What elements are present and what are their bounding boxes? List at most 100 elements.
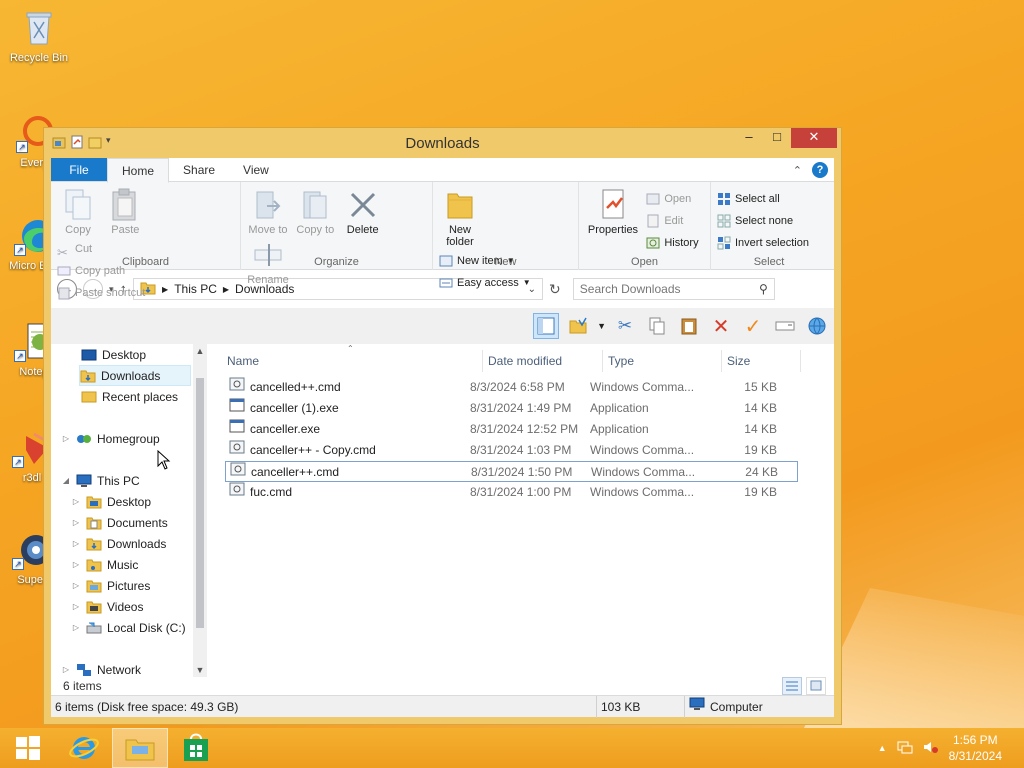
nav-item-pictures[interactable]: ▷ Pictures [71,575,150,596]
hard-drive-icon [86,621,102,635]
properties-button[interactable]: Properties [585,186,641,236]
close-button[interactable]: ✕ [791,128,837,148]
nav-item-desktop[interactable]: ▷ Desktop [71,491,151,512]
refresh-icon[interactable]: ↻ [549,281,561,298]
search-input[interactable]: Search Downloads ⚲ [572,278,775,300]
easy-access-button[interactable]: Easy access ▼ [439,272,531,294]
delete-toolbar-button[interactable]: ✕ [708,313,734,339]
nav-scrollbar[interactable]: ▲ ▼ [193,344,207,677]
desktop-icon-recycle-bin[interactable]: Recycle Bin [1,8,77,64]
nav-item-network[interactable]: ▷ Network [61,659,141,680]
move-to-label: Move to [248,224,288,236]
preview-pane-button[interactable] [533,313,560,339]
move-to-button[interactable]: Move to [247,186,289,236]
folder-options-button[interactable] [565,313,591,339]
table-row[interactable]: canceller++.cmd 8/31/2024 1:50 PM Windows … [225,461,798,482]
nav-item-recent-places[interactable]: Recent places [81,386,178,407]
column-separator[interactable] [482,350,483,372]
column-header-name[interactable]: Name [227,350,259,372]
start-button[interactable] [0,728,56,768]
tab-share[interactable]: Share [169,158,229,181]
rename-toolbar-button[interactable] [772,313,798,339]
expand-arrow-icon[interactable]: ▷ [61,434,71,443]
column-separator[interactable] [800,350,801,372]
expand-arrow-icon[interactable]: ▷ [71,497,81,506]
confirm-toolbar-button[interactable]: ✓ [740,313,766,339]
open-icon [646,192,660,206]
maximize-button[interactable]: □ [763,128,791,148]
select-all-button[interactable]: Select all [717,188,809,210]
chevron-down-icon[interactable]: ▼ [597,321,606,331]
taskbar-file-explorer[interactable] [112,728,168,768]
nav-item-music[interactable]: ▷ Music [71,554,138,575]
show-hidden-icons-icon[interactable]: ▲ [878,743,887,753]
table-row[interactable]: canceller.exe 8/31/2024 12:52 PM Applicati… [225,419,798,440]
file-name-cell: canceller++ - Copy.cmd [229,440,376,461]
nav-item-documents[interactable]: ▷ Documents [71,512,168,533]
history-button[interactable]: History [646,232,699,254]
expand-arrow-icon[interactable]: ▷ [71,539,81,548]
column-header-size[interactable]: Size [727,350,750,372]
nav-item-downloads[interactable]: ▷ Downloads [71,533,166,554]
network-status-icon[interactable] [897,740,913,757]
new-folder-button[interactable]: New folder [439,186,481,248]
nav-item-desktop-favorite[interactable]: Desktop [81,344,146,365]
tab-file[interactable]: File [51,158,107,181]
paste-toolbar-button[interactable] [676,313,702,339]
paste-button[interactable]: Paste [104,186,146,236]
expand-arrow-icon[interactable]: ▷ [71,518,81,527]
taskbar-internet-explorer[interactable] [56,728,112,768]
network-toolbar-button[interactable] [804,313,830,339]
invert-selection-button[interactable]: Invert selection [717,232,809,254]
invert-selection-label: Invert selection [735,237,809,249]
title-bar[interactable]: ▾ Downloads ‒ □ ✕ [44,128,841,158]
cut-toolbar-button[interactable]: ✂ [612,313,638,339]
tab-view[interactable]: View [229,158,283,181]
paste-shortcut-button[interactable]: Paste shortcut [57,282,145,304]
help-icon[interactable]: ? [812,162,828,178]
minimize-button[interactable]: ‒ [735,128,763,148]
file-list: Name ⌃ Date modified Type Size cancelled… [207,344,834,677]
taskbar-store[interactable] [168,728,224,768]
copy-button[interactable]: Copy [57,186,99,236]
open-button[interactable]: Open [646,188,698,210]
chevron-up-icon[interactable]: ⌃ [793,164,802,177]
scrollbar-thumb[interactable] [196,378,204,628]
scroll-down-arrow-icon[interactable]: ▼ [193,665,207,675]
large-icons-view-button[interactable] [806,677,826,695]
nav-item-downloads-favorite[interactable]: Downloads [79,365,191,386]
clock[interactable]: 1:56 PM 8/31/2024 [949,732,1002,764]
select-none-button[interactable]: Select none [717,210,809,232]
expand-arrow-icon[interactable]: ▷ [71,560,81,569]
nav-item-label: Music [107,557,139,572]
copy-toolbar-button[interactable] [644,313,670,339]
edit-button[interactable]: Edit [646,210,698,232]
shortcut-arrow-icon: ↗ [12,558,24,570]
table-row[interactable]: canceller++ - Copy.cmd 8/31/2024 1:03 PM W… [225,440,798,461]
nav-item-videos[interactable]: ▷ Videos [71,596,144,617]
table-row[interactable]: canceller (1).exe 8/31/2024 1:49 PM Applic… [225,398,798,419]
column-header-type[interactable]: Type [608,350,634,372]
column-separator[interactable] [602,350,603,372]
details-view-button[interactable] [782,677,802,695]
expand-arrow-icon[interactable]: ▷ [71,623,81,632]
table-row[interactable]: fuc.cmd 8/31/2024 1:00 PM Windows Comma...… [225,482,798,503]
expand-arrow-icon[interactable]: ▷ [71,581,81,590]
breadcrumb-this-pc[interactable]: This PC [174,282,217,296]
tab-home[interactable]: Home [107,158,170,183]
table-row[interactable]: cancelled++.cmd 8/3/2024 6:58 PM Windows C… [225,377,798,398]
expand-arrow-icon[interactable]: ▷ [61,665,71,674]
clock-date: 8/31/2024 [948,749,1002,763]
expand-arrow-icon[interactable]: ▷ [71,602,81,611]
volume-muted-icon[interactable] [923,740,939,757]
column-separator[interactable] [721,350,722,372]
copy-to-button[interactable]: Copy to [294,186,336,236]
nav-item-this-pc[interactable]: ◢ This PC [61,470,140,491]
collapse-arrow-icon[interactable]: ◢ [61,476,71,485]
nav-item-homegroup[interactable]: ▷ Homegroup [61,428,160,449]
delete-button[interactable]: Delete [342,186,384,236]
nav-item-local-disk[interactable]: ▷ Local Disk (C:) [71,617,186,638]
column-header-date[interactable]: Date modified [488,350,562,372]
scroll-up-arrow-icon[interactable]: ▲ [193,346,207,356]
move-to-icon [253,188,283,222]
